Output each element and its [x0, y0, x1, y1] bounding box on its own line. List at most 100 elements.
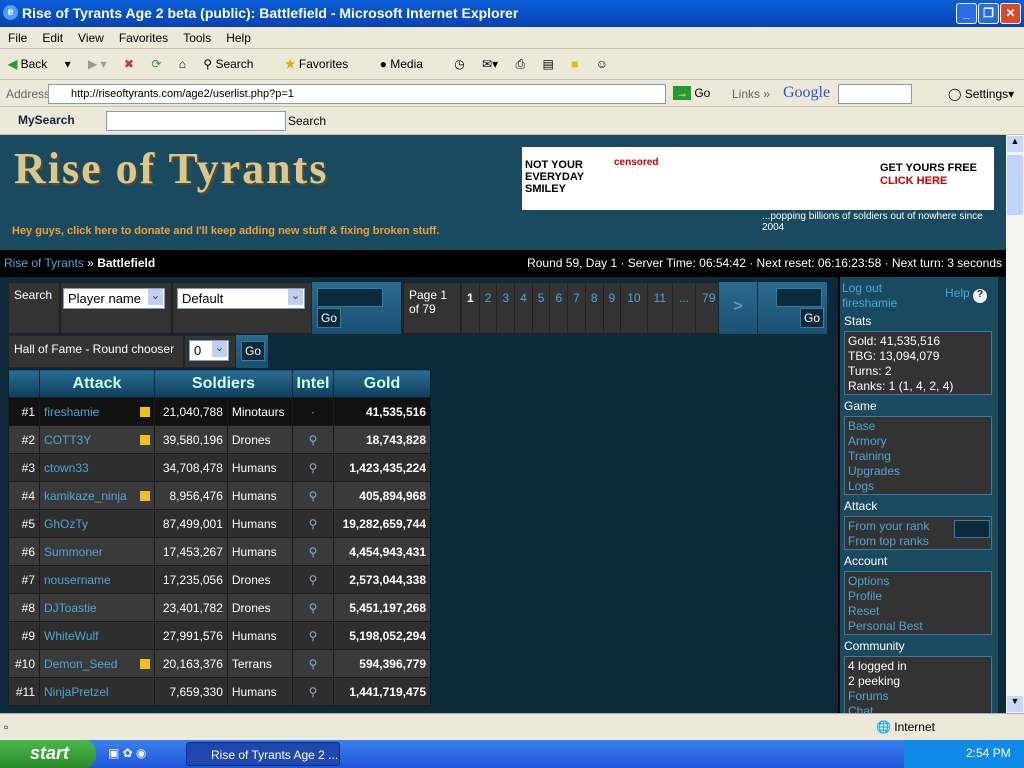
media-button[interactable]: ● Media [380, 57, 437, 71]
page-link[interactable]: 2 [480, 283, 498, 333]
page-link[interactable]: 9 [604, 283, 622, 333]
print-icon[interactable]: ⎙ [516, 57, 526, 72]
player-link[interactable]: ctown33 [44, 461, 89, 475]
menu-file[interactable]: File [8, 31, 27, 45]
quicklaunch-icons[interactable]: ▣ ✿ ◉ [108, 746, 147, 760]
refresh-icon[interactable]: ⟳ [151, 57, 161, 71]
game-link[interactable]: Training [848, 449, 988, 464]
minimize-button[interactable]: _ [956, 3, 977, 24]
sort-select[interactable]: Default [177, 288, 305, 309]
intel-icon[interactable]: ⚲ [292, 593, 334, 622]
account-link[interactable]: Profile [848, 589, 988, 604]
hof-round-select[interactable]: 0 [189, 340, 229, 361]
start-button[interactable]: start [0, 740, 96, 768]
notes-icon[interactable]: ■ [571, 57, 578, 71]
page-link[interactable]: 5 [533, 283, 551, 333]
breadcrumb-home[interactable]: Rise of Tyrants [4, 256, 84, 270]
site-logo[interactable]: Rise of Tyrants [14, 143, 328, 194]
donate-link[interactable]: Hey guys, click here to donate and I'll … [12, 225, 439, 237]
taskbar-ie-window[interactable]: Rise of Tyrants Age 2 ... [186, 742, 340, 766]
intel-icon[interactable]: ⚲ [292, 649, 334, 678]
account-link[interactable]: Options [848, 574, 988, 589]
intel-icon[interactable]: ⚲ [292, 677, 334, 706]
favorites-button[interactable]: ★ Favorites [285, 57, 362, 71]
page-link[interactable]: 1 [462, 283, 480, 333]
player-link[interactable]: fireshamie [44, 405, 99, 419]
account-link[interactable]: Personal Best [848, 619, 988, 634]
hof-go-button[interactable]: Go [241, 341, 266, 361]
page-link[interactable]: 4 [515, 283, 533, 333]
search-field-select[interactable]: Player name [63, 288, 165, 309]
scroll-down-icon[interactable]: ▼ [1007, 696, 1023, 712]
game-link[interactable]: Armory [848, 434, 988, 449]
intel-icon[interactable]: ⚲ [292, 481, 334, 510]
menu-favorites[interactable]: Favorites [119, 31, 168, 45]
intel-icon[interactable]: ⚲ [292, 537, 334, 566]
page-input[interactable] [776, 288, 822, 307]
mysearch-button[interactable]: Search [288, 114, 326, 128]
page-link[interactable]: 3 [497, 283, 516, 333]
stop-icon[interactable]: ✖ [124, 57, 134, 71]
ad-banner[interactable]: NOT YOUR EVERYDAY SMILEY censored GET YO… [522, 147, 994, 210]
history-icon[interactable]: ◷ [454, 57, 464, 71]
close-button[interactable]: ✕ [1000, 3, 1021, 24]
player-link[interactable]: NinjaPretzel [44, 685, 109, 699]
username-link[interactable]: fireshamie [842, 296, 897, 310]
intel-icon[interactable]: ⚲ [292, 509, 334, 538]
intel-icon[interactable]: ⚲ [292, 453, 334, 482]
game-link[interactable]: Upgrades [848, 464, 988, 479]
vertical-scrollbar[interactable]: ▲ ▼ [1006, 135, 1024, 713]
home-icon[interactable]: ⌂ [179, 57, 186, 71]
url-input[interactable]: http://riseoftyrants.com/age2/userlist.p… [48, 84, 666, 104]
menu-tools[interactable]: Tools [183, 31, 211, 45]
search-button[interactable]: ⚲ Search [203, 57, 267, 71]
community-link[interactable]: Chat [848, 704, 988, 713]
attack-rank-input[interactable] [954, 520, 990, 538]
logout-link[interactable]: Log out [842, 281, 882, 295]
menu-help[interactable]: Help [226, 31, 251, 45]
search-input[interactable] [317, 288, 383, 307]
settings-button[interactable]: ◯ Settings▾ [948, 87, 1014, 101]
edit-icon[interactable]: ▤ [542, 57, 553, 71]
page-link[interactable]: 6 [550, 283, 569, 333]
player-link[interactable]: Demon_Seed [44, 657, 117, 671]
menu-view[interactable]: View [78, 31, 104, 45]
page-link[interactable]: 8 [586, 283, 604, 333]
help-link[interactable]: Help ? [945, 286, 988, 303]
search-go-button[interactable]: Go [317, 308, 342, 328]
scroll-thumb[interactable] [1007, 155, 1023, 215]
page-link[interactable]: 7 [568, 283, 586, 333]
maximize-button[interactable]: ❐ [978, 3, 999, 24]
player-link[interactable]: WhiteWulf [44, 629, 98, 643]
account-link[interactable]: Reset [848, 604, 988, 619]
back-button[interactable]: ◀ Back ▾ [8, 57, 71, 71]
menu-edit[interactable]: Edit [42, 31, 63, 45]
google-search-input[interactable] [838, 84, 912, 104]
scroll-up-icon[interactable]: ▲ [1007, 136, 1023, 152]
page-go-button[interactable]: Go [800, 308, 825, 328]
community-link[interactable]: Forums [848, 689, 988, 704]
player-link[interactable]: DJToastie [44, 601, 97, 615]
game-link[interactable]: Logs [848, 479, 988, 494]
page-link[interactable]: ... [673, 283, 697, 333]
intel-icon[interactable]: ⚲ [292, 425, 334, 454]
page-link[interactable]: 11 [648, 283, 674, 333]
player-link[interactable]: GhOzTy [44, 517, 88, 531]
forward-button[interactable]: ▶ ▾ [88, 57, 107, 71]
next-page-button[interactable]: > [719, 282, 757, 334]
player-link[interactable]: kamikaze_ninja [44, 489, 127, 503]
player-link[interactable]: nousername [44, 573, 111, 587]
intel-icon[interactable]: ⚲ [292, 565, 334, 594]
game-link[interactable]: Base [848, 419, 988, 434]
mysearch-input[interactable] [106, 111, 286, 131]
intel-icon[interactable]: · [292, 397, 334, 426]
player-link[interactable]: COTT3Y [44, 433, 91, 447]
intel-icon[interactable]: ⚲ [292, 621, 334, 650]
mail-icon[interactable]: ✉▾ [482, 57, 498, 71]
ad-censored: censored [614, 157, 659, 168]
player-link[interactable]: Summoner [44, 545, 103, 559]
messenger-icon[interactable]: ☺ [596, 57, 608, 71]
go-button[interactable]: → Go [673, 86, 710, 100]
page-link[interactable]: 10 [621, 283, 648, 333]
links-button[interactable]: Links » [732, 87, 770, 101]
